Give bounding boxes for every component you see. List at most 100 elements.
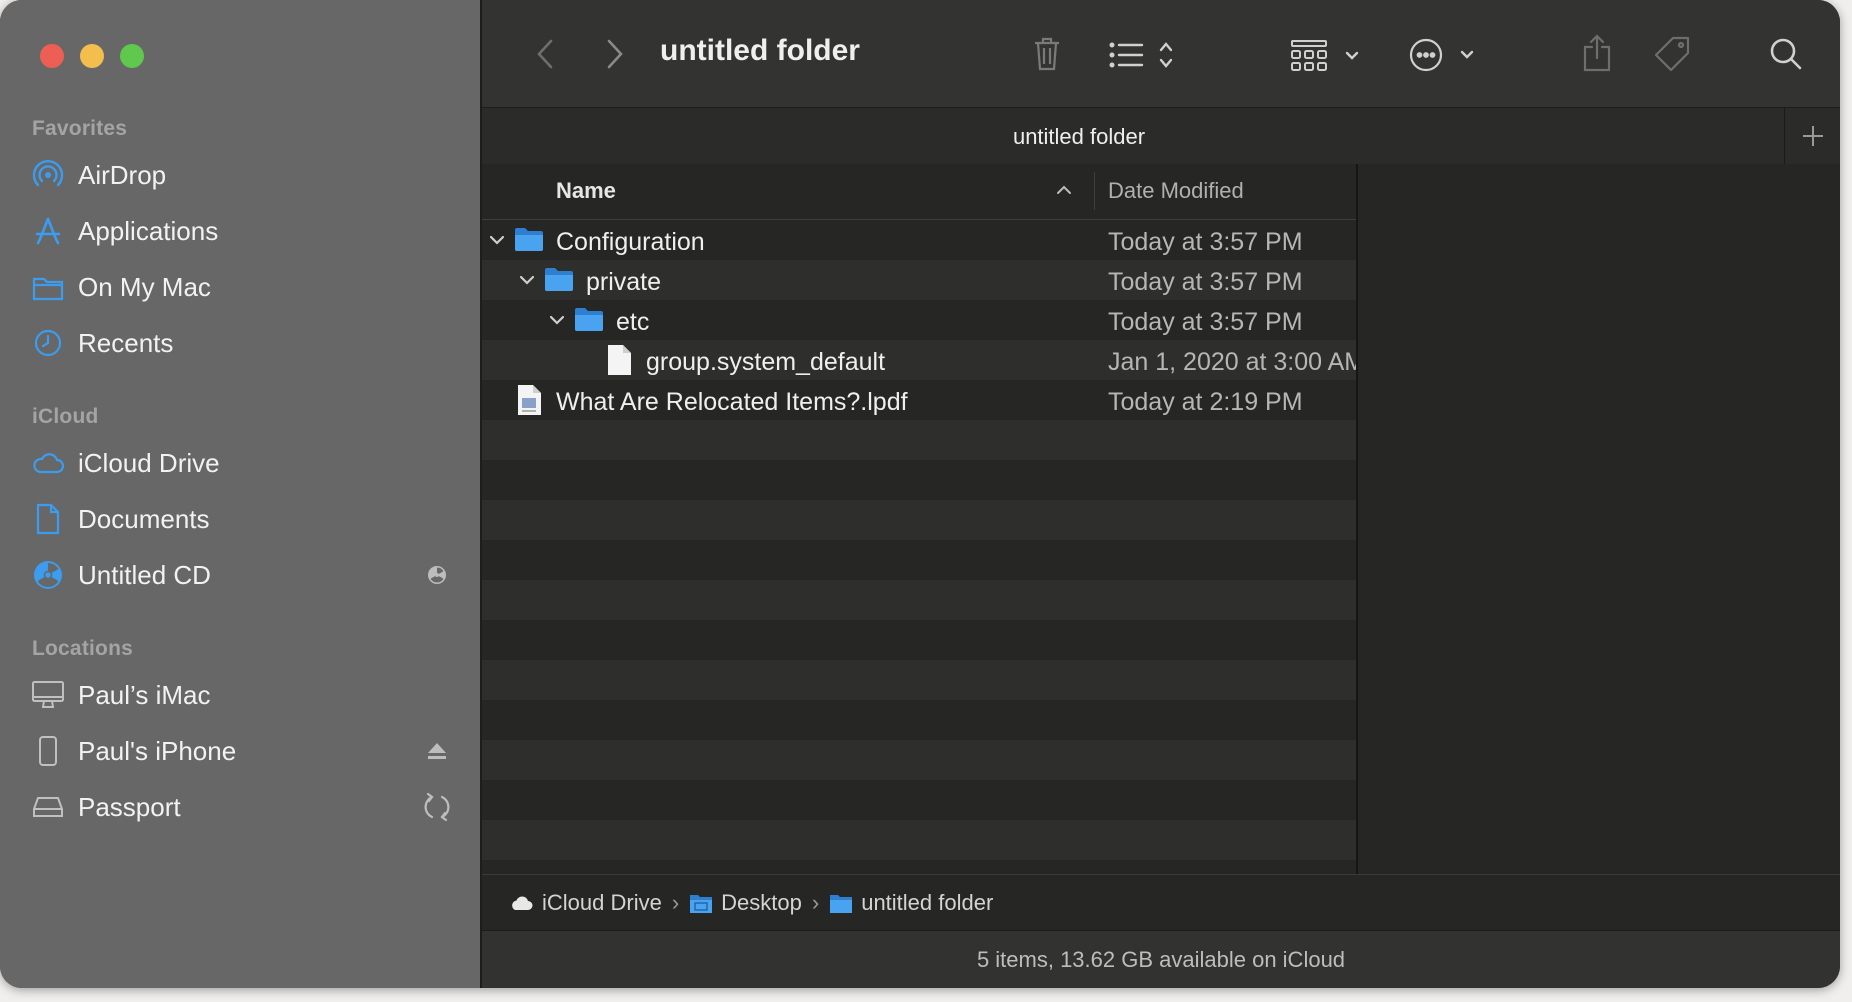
sidebar-item-pauls-iphone[interactable]: Paul's iPhone — [28, 726, 458, 776]
empty-row — [482, 540, 1356, 580]
clock-icon — [28, 323, 68, 363]
airdrop-icon — [28, 155, 68, 195]
file-date: Today at 2:19 PM — [1108, 388, 1303, 416]
folder-icon — [830, 894, 853, 913]
file-date: Jan 1, 2020 at 3:00 AM — [1108, 348, 1356, 376]
close-button[interactable] — [40, 44, 64, 68]
file-date: Today at 3:57 PM — [1108, 268, 1303, 296]
tab-untitled-folder[interactable]: untitled folder — [482, 124, 1676, 150]
disclosure-chevron-down-icon[interactable] — [518, 271, 536, 294]
zoom-button[interactable] — [120, 44, 144, 68]
disclosure-chevron-down-icon[interactable] — [488, 231, 506, 254]
list-item[interactable]: What Are Relocated Items?.lpdf Today at … — [482, 380, 1356, 420]
finder-window: Favorites AirDrop Applications On My Mac… — [0, 0, 1840, 988]
sidebar-item-pauls-imac[interactable]: Paul’s iMac — [28, 670, 458, 720]
minimize-button[interactable] — [80, 44, 104, 68]
forward-icon[interactable] — [600, 36, 630, 72]
window-title: untitled folder — [660, 34, 860, 67]
sidebar-item-applications[interactable]: Applications — [28, 206, 458, 256]
sidebar-item-label: Paul's iPhone — [78, 735, 237, 766]
file-list: Name Date Modified Configuration Today a… — [482, 164, 1356, 874]
sidebar-item-recents[interactable]: Recents — [28, 318, 458, 368]
path-bar: iCloud Drive › Desktop › untitled folder — [482, 874, 1840, 930]
path-crumb-label: untitled folder — [861, 889, 994, 915]
column-divider[interactable] — [1094, 172, 1095, 210]
sidebar-item-documents[interactable]: Documents — [28, 494, 458, 544]
sidebar: Favorites AirDrop Applications On My Mac… — [0, 0, 482, 988]
column-header-date-modified[interactable]: Date Modified — [1108, 178, 1244, 204]
sidebar-item-label: Applications — [78, 215, 219, 246]
favorites-section-label: Favorites — [32, 117, 128, 140]
tab-bar: untitled folder — [482, 107, 1840, 165]
empty-row — [482, 580, 1356, 620]
rows: Configuration Today at 3:57 PM private T… — [482, 220, 1356, 874]
sidebar-item-label: AirDrop — [78, 159, 167, 190]
file-date: Today at 3:57 PM — [1108, 228, 1303, 256]
empty-row — [482, 620, 1356, 660]
trash-icon[interactable] — [1030, 34, 1064, 74]
tag-icon[interactable] — [1652, 34, 1692, 74]
document-icon — [28, 499, 68, 539]
cd-icon — [28, 555, 68, 595]
list-item[interactable]: group.system_default Jan 1, 2020 at 3:00… — [482, 340, 1356, 380]
file-name: What Are Relocated Items?.lpdf — [556, 388, 908, 416]
sidebar-item-untitled-cd[interactable]: Untitled CD — [28, 550, 458, 600]
path-separator: › — [671, 889, 680, 915]
cloud-icon — [512, 895, 533, 910]
back-icon[interactable] — [530, 36, 560, 72]
status-text: 5 items, 13.62 GB available on iCloud — [976, 947, 1346, 972]
file-name: Configuration — [556, 228, 705, 256]
file-date: Today at 3:57 PM — [1108, 308, 1303, 336]
disclosure-chevron-down-icon[interactable] — [548, 311, 566, 334]
share-icon[interactable] — [1580, 32, 1614, 74]
sidebar-item-label: Documents — [78, 503, 210, 534]
file-name: etc — [616, 308, 650, 336]
path-crumb-label: Desktop — [721, 889, 802, 915]
desktop-folder-icon — [690, 894, 713, 913]
folder-icon — [544, 266, 574, 297]
new-tab-button[interactable] — [1784, 108, 1840, 164]
more-icon[interactable] — [1408, 36, 1484, 74]
sidebar-item-label: On My Mac — [78, 271, 211, 302]
sidebar-item-label: Paul’s iMac — [78, 679, 211, 710]
list-view-icon[interactable] — [1108, 38, 1182, 72]
sidebar-item-label: Recents — [78, 327, 174, 358]
list-item[interactable]: private Today at 3:57 PM — [482, 260, 1356, 300]
column-header-name[interactable]: Name — [556, 178, 616, 204]
sync-icon[interactable] — [422, 792, 452, 822]
imac-icon — [28, 675, 68, 715]
path-separator: › — [811, 889, 820, 915]
sidebar-item-icloud-drive[interactable]: iCloud Drive — [28, 438, 458, 488]
pdf-file-icon — [516, 384, 542, 421]
preview-pane — [1356, 164, 1840, 874]
path-crumb-icloud-drive[interactable]: iCloud Drive — [508, 890, 662, 916]
list-item[interactable]: etc Today at 3:57 PM — [482, 300, 1356, 340]
empty-row — [482, 780, 1356, 820]
sidebar-item-label: Untitled CD — [78, 559, 211, 590]
icloud-section-label: iCloud — [32, 405, 99, 428]
group-icon[interactable] — [1290, 36, 1368, 74]
list-item[interactable]: Configuration Today at 3:57 PM — [482, 220, 1356, 260]
file-name: group.system_default — [646, 348, 886, 376]
sidebar-item-airdrop[interactable]: AirDrop — [28, 150, 458, 200]
sidebar-item-passport[interactable]: Passport — [28, 782, 458, 832]
empty-row — [482, 460, 1356, 500]
empty-row — [482, 420, 1356, 460]
cd-badge-icon[interactable] — [422, 560, 452, 590]
empty-row — [482, 500, 1356, 540]
folder-icon — [28, 267, 68, 307]
empty-row — [482, 700, 1356, 740]
sort-ascending-icon[interactable] — [1056, 182, 1072, 200]
path-crumb-untitled-folder[interactable]: untitled folder — [829, 890, 993, 916]
toolbar: untitled folder — [482, 0, 1840, 107]
cloud-icon — [28, 443, 68, 483]
path-crumb-desktop[interactable]: Desktop — [689, 890, 802, 916]
eject-icon[interactable] — [422, 736, 452, 766]
plus-icon — [1803, 126, 1823, 146]
path-crumb-label: iCloud Drive — [542, 889, 662, 915]
sidebar-item-on-my-mac[interactable]: On My Mac — [28, 262, 458, 312]
file-name: private — [586, 268, 662, 296]
search-icon[interactable] — [1768, 36, 1804, 72]
sidebar-item-label: iCloud Drive — [78, 447, 220, 478]
locations-section-label: Locations — [32, 637, 133, 660]
